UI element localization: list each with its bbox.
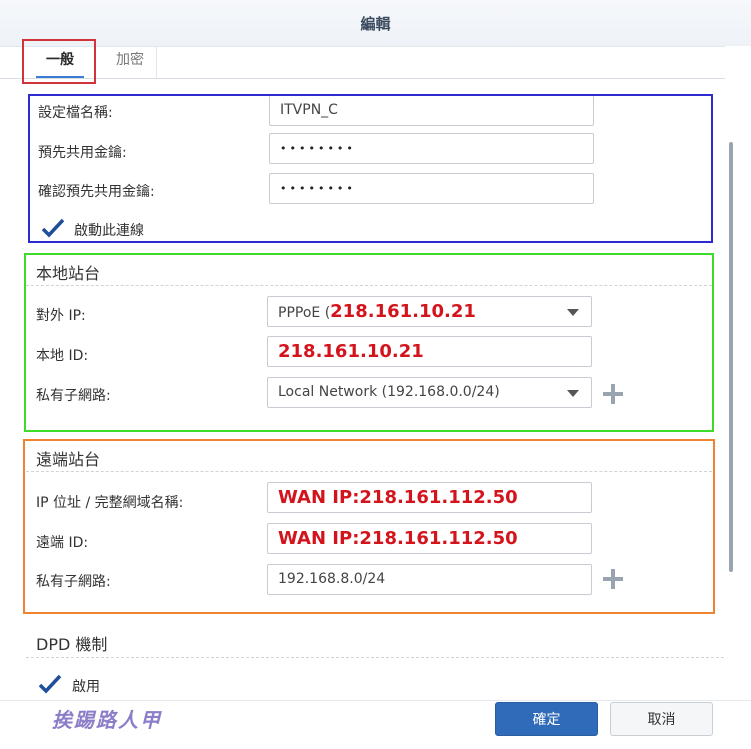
cancel-button[interactable]: 取消 [610,702,713,736]
tab-bar: 一般 加密 [0,46,725,79]
dialog-titlebar: 編輯 [0,0,751,47]
dpd-title: DPD 機制 [36,635,108,654]
remote-site-highlight-annotation [23,439,715,614]
general-highlight-annotation [28,94,713,243]
dpd-enable-label: 啟用 [72,679,100,695]
scrollbar-track[interactable] [725,46,751,700]
dpd-enable-checkbox[interactable] [38,674,62,694]
ok-button[interactable]: 確定 [495,702,598,736]
check-icon [38,674,62,694]
tab-encryption[interactable]: 加密 [104,46,157,78]
tab-highlight-annotation [22,39,96,84]
local-site-highlight-annotation [24,253,714,432]
watermark-logo: 挨踢路人甲 [52,708,162,732]
dialog-title: 編輯 [360,15,391,33]
dpd-divider [26,657,724,658]
scrollbar-thumb[interactable] [729,142,733,572]
